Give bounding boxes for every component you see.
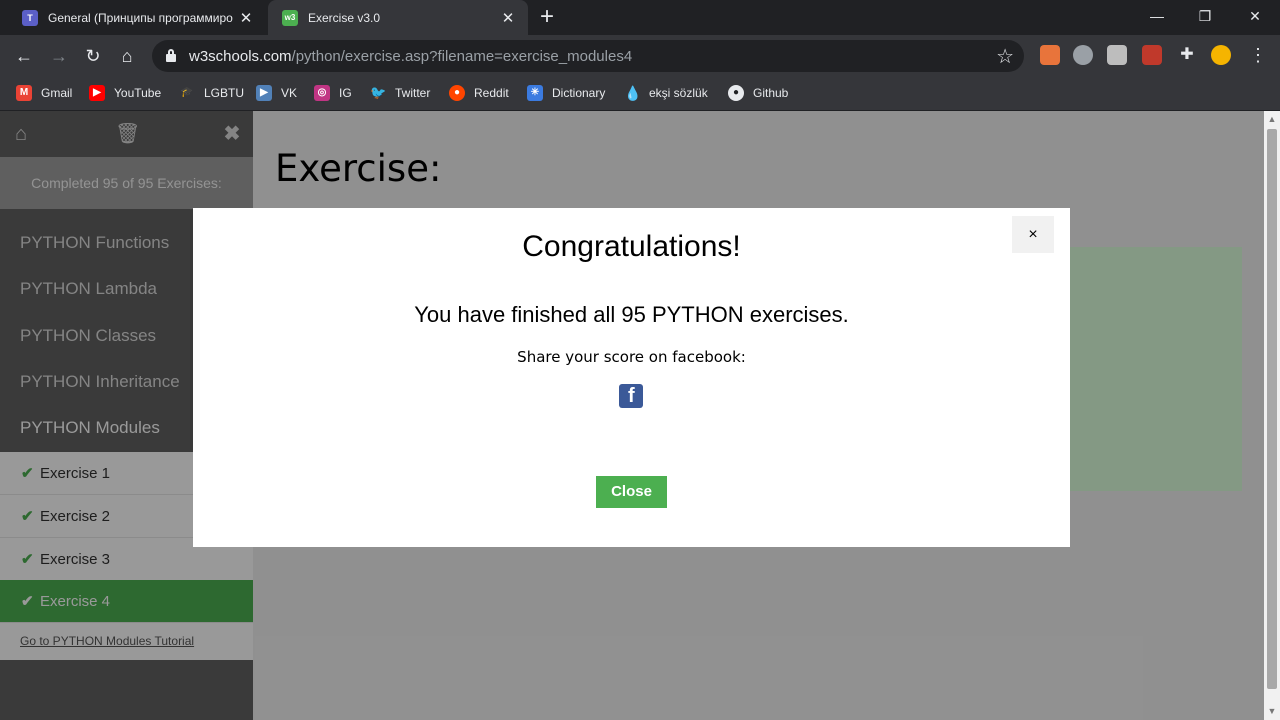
new-tab-button[interactable]: + [540, 5, 554, 29]
close-tab-icon[interactable]: ✕ [236, 9, 256, 27]
bookmark-star-icon[interactable]: ☆ [996, 44, 1014, 69]
instagram-icon: ◎ [314, 85, 330, 101]
bookmarks-bar: M Gmail ▶ YouTube 🎓 LGBTU ▶ VK ◎ IG 🐦 Twitter … [0, 77, 1280, 110]
close-tab-icon[interactable]: ✕ [498, 9, 518, 27]
close-button[interactable]: Close [596, 476, 667, 508]
bookmark-reddit[interactable]: ● Reddit [449, 82, 509, 104]
menu-icon[interactable]: ⋮ [1249, 45, 1267, 65]
bookmark-eksi[interactable]: 💧 ekşi sözlük [624, 82, 708, 104]
tab-bar: T General (Принципы программиро ✕ w3 Exe… [0, 0, 1280, 35]
bookmark-github[interactable]: ● Github [728, 82, 788, 104]
vk-icon: ▶ [256, 85, 272, 101]
reddit-icon: ● [449, 85, 465, 101]
puzzle-icon[interactable]: ✚ [1177, 45, 1197, 65]
bookmark-lgbtu[interactable]: 🎓 LGBTU [179, 82, 244, 104]
extension-icon[interactable] [1107, 45, 1127, 65]
close-window-button[interactable]: ✕ [1230, 0, 1280, 32]
bookmark-ig[interactable]: ◎ IG [314, 82, 352, 104]
twitter-icon: 🐦 [370, 85, 387, 100]
bookmark-youtube[interactable]: ▶ YouTube [89, 82, 161, 104]
scrollbar-thumb[interactable] [1267, 129, 1277, 689]
w3schools-icon: w3 [282, 9, 298, 26]
extension-icon[interactable] [1040, 45, 1060, 65]
url-text[interactable]: w3schools.com/python/exercise.asp?filena… [189, 48, 632, 65]
scroll-down-arrow-icon[interactable]: ▼ [1264, 705, 1280, 717]
bookmark-twitter[interactable]: 🐦 Twitter [370, 82, 430, 104]
github-icon: ● [728, 85, 744, 101]
bookmark-dictionary[interactable]: ✳ Dictionary [527, 82, 605, 104]
bookmark-gmail[interactable]: M Gmail [16, 82, 72, 104]
page-scrollbar[interactable]: ▲ ▼ [1264, 111, 1280, 720]
youtube-icon: ▶ [89, 85, 105, 101]
reload-icon[interactable]: ↻ [81, 44, 105, 68]
tab-title: General (Принципы программиро [48, 10, 233, 25]
back-arrow-icon[interactable]: ← [12, 44, 36, 68]
graduation-cap-icon: 🎓 [180, 87, 194, 98]
minimize-button[interactable]: — [1132, 0, 1182, 32]
extension-icon[interactable] [1073, 45, 1093, 65]
browser-toolbar: ← → ↻ ⌂ w3schools.com/python/exercise.as… [0, 35, 1280, 77]
scroll-up-arrow-icon[interactable]: ▲ [1264, 113, 1280, 125]
restore-button[interactable]: ❐ [1180, 0, 1230, 32]
facebook-icon[interactable]: f [619, 384, 643, 408]
tab-exercise[interactable]: w3 Exercise v3.0 ✕ [268, 0, 528, 35]
congratulations-modal: × Congratulations! You have finished all… [193, 208, 1070, 547]
share-text: Share your score on facebook: [517, 348, 746, 366]
address-bar[interactable]: w3schools.com/python/exercise.asp?filena… [152, 40, 1024, 72]
modal-message: You have finished all 95 PYTHON exercise… [414, 302, 849, 327]
tab-title: Exercise v3.0 [308, 10, 381, 25]
extension-icon[interactable] [1142, 45, 1162, 65]
forward-arrow-icon[interactable]: → [47, 44, 71, 68]
page-content: Exercise: ⌂ 🗑 ✖ Completed 95 of 95 Exerc… [0, 111, 1264, 720]
avatar[interactable] [1211, 45, 1231, 65]
bookmark-vk[interactable]: ▶ VK [256, 82, 297, 104]
dictionary-icon: ✳ [527, 85, 543, 101]
teams-icon: T [22, 9, 38, 26]
modal-title: Congratulations! [522, 230, 741, 263]
tab-teams[interactable]: T General (Принципы программиро ✕ [8, 0, 266, 35]
home-icon[interactable]: ⌂ [115, 44, 139, 68]
drop-icon: 💧 [624, 85, 642, 101]
gmail-icon: M [16, 85, 32, 101]
lock-icon[interactable] [166, 49, 176, 62]
